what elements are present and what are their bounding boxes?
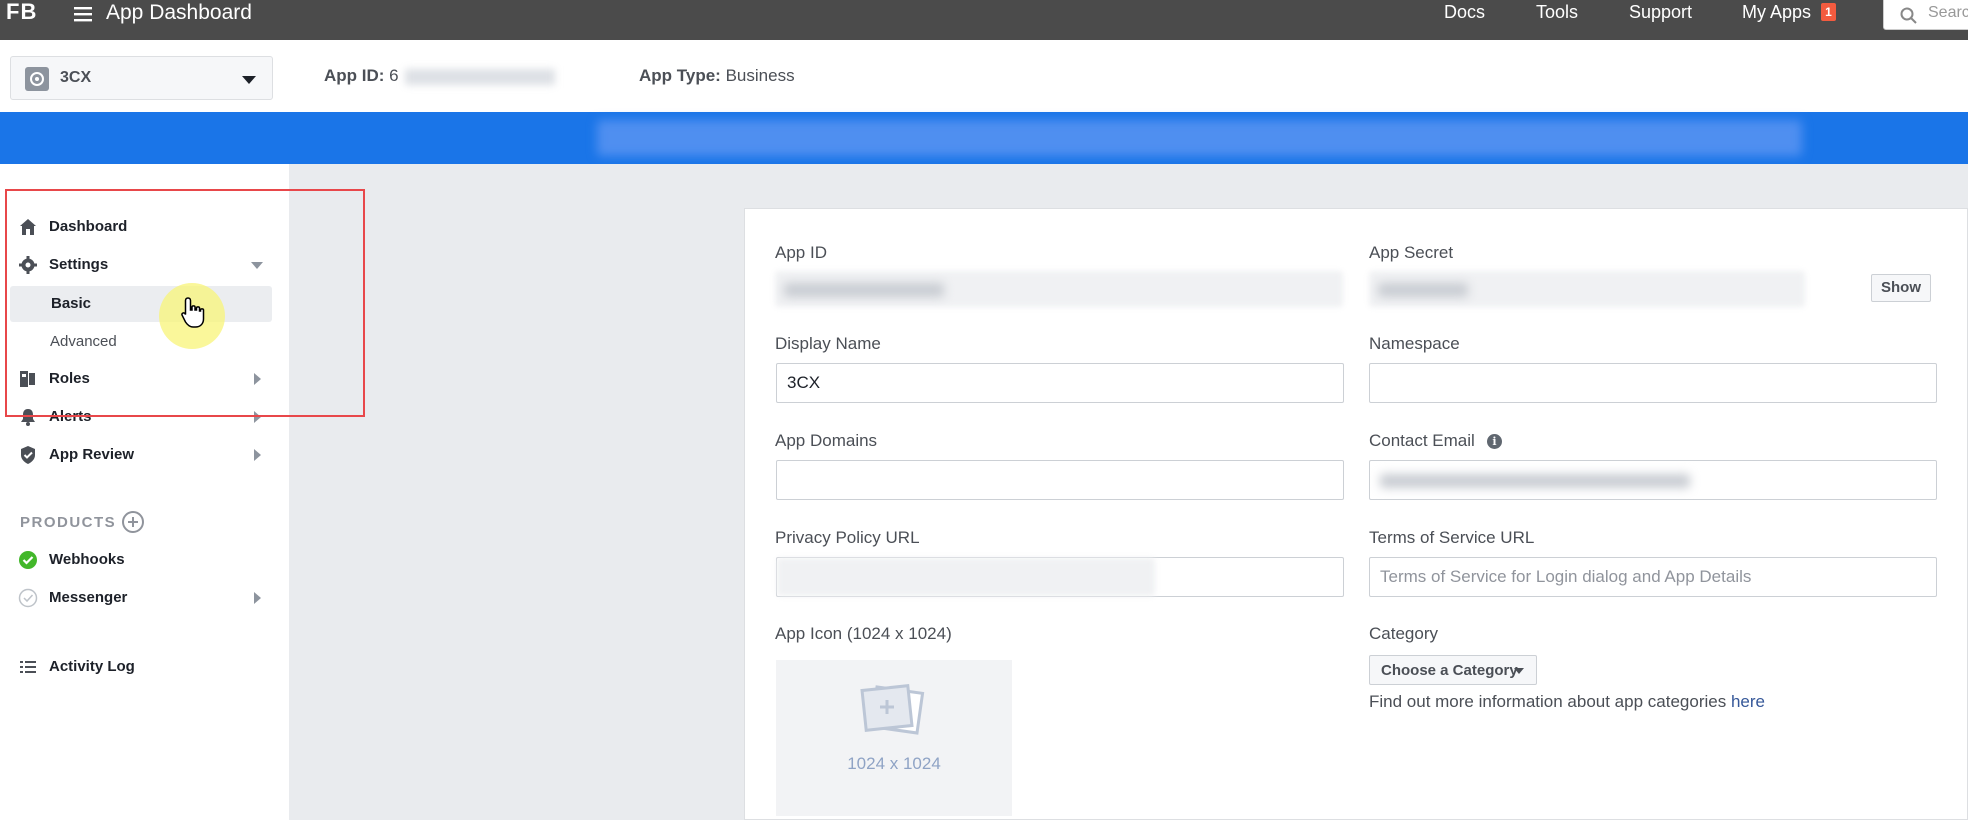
nav-docs-link[interactable]: Docs (1444, 0, 1485, 24)
app-icon-upload[interactable]: 1024 x 1024 (776, 660, 1012, 816)
namespace-label: Namespace (1369, 334, 1460, 353)
category-info-text: Find out more information about app cate… (1369, 692, 1765, 712)
category-label: Category (1369, 624, 1438, 643)
app-domains-input[interactable] (776, 460, 1344, 500)
add-image-icon (860, 684, 925, 735)
add-product-icon[interactable] (122, 511, 144, 533)
sidebar-item-label: Alerts (49, 408, 92, 425)
sidebar-item-label: Advanced (50, 333, 117, 350)
app-id-value: 6 (389, 66, 399, 85)
nav-support-link[interactable]: Support (1629, 0, 1692, 24)
sidebar-item-label: App Review (49, 446, 135, 463)
sidebar-item-label: Roles (49, 370, 90, 387)
app-id-display: App ID: 6 (324, 66, 555, 86)
sidebar: Dashboard Settings Basic Advanced Roles … (0, 164, 289, 820)
my-apps-count-badge: 1 (1821, 3, 1836, 21)
category-info-link[interactable]: here (1731, 692, 1765, 711)
sidebar-item-messenger[interactable]: Messenger (0, 580, 289, 616)
shield-check-icon (21, 446, 35, 464)
redacted-email-text (1380, 474, 1690, 488)
roles-icon (20, 371, 35, 387)
app-selector-dropdown[interactable]: 3CX (10, 56, 273, 100)
category-info-label: Find out more information about app cate… (1369, 692, 1727, 711)
redacted-app-secret-text (1378, 283, 1468, 297)
search-icon (1900, 7, 1917, 24)
sidebar-item-activity-log[interactable]: Activity Log (0, 649, 289, 685)
sidebar-item-basic[interactable]: Basic (10, 286, 272, 322)
chevron-down-icon (1514, 668, 1524, 674)
sidebar-item-dashboard[interactable]: Dashboard (0, 209, 289, 245)
chevron-right-icon (254, 449, 261, 461)
namespace-input[interactable] (1369, 363, 1937, 403)
app-gear-icon (25, 67, 49, 91)
sidebar-item-label: Messenger (49, 589, 128, 606)
sidebar-item-webhooks[interactable]: Webhooks (0, 542, 289, 578)
tos-url-input[interactable]: Terms of Service for Login dialog and Ap… (1369, 557, 1937, 597)
notification-banner (0, 112, 1968, 164)
app-type-display: App Type: Business (639, 66, 795, 86)
sidebar-item-label: Webhooks (49, 551, 125, 568)
chevron-right-icon (254, 373, 261, 385)
info-icon[interactable]: i (1487, 434, 1502, 449)
sidebar-item-label: Activity Log (49, 658, 135, 675)
nav-my-apps-link[interactable]: My Apps (1742, 0, 1811, 24)
sidebar-item-label: Settings (49, 256, 109, 273)
sidebar-item-roles[interactable]: Roles (0, 361, 289, 397)
sidebar-item-label: Dashboard (49, 218, 128, 235)
show-secret-button[interactable]: Show (1871, 274, 1931, 302)
privacy-policy-label: Privacy Policy URL (775, 528, 920, 547)
choose-category-dropdown[interactable]: Choose a Category (1369, 655, 1537, 685)
redacted-privacy-url (777, 558, 1155, 596)
selected-app-name: 3CX (60, 69, 92, 86)
display-name-input[interactable]: 3CX (776, 363, 1344, 403)
top-navigation-bar: FB App Dashboard Docs Tools Support My A… (0, 0, 1968, 40)
sidebar-item-alerts[interactable]: Alerts (0, 399, 289, 435)
hamburger-menu-icon[interactable] (74, 6, 92, 22)
chevron-down-icon (251, 262, 263, 269)
icon-size-text: 1024 x 1024 (847, 754, 941, 773)
chevron-down-icon (242, 76, 256, 84)
bell-icon (21, 409, 35, 426)
redacted-app-id-text (784, 283, 944, 297)
search-input[interactable]: Search (1883, 0, 1968, 30)
app-secret-field-label: App Secret (1369, 243, 1454, 262)
sidebar-item-label: Basic (51, 295, 92, 312)
app-dashboard-title: App Dashboard (106, 1, 252, 24)
nav-tools-link[interactable]: Tools (1536, 0, 1578, 24)
check-circle-icon (19, 551, 37, 569)
check-circle-outline-icon (18, 588, 38, 608)
display-name-label: Display Name (775, 334, 881, 353)
gear-icon (19, 256, 37, 274)
list-icon (20, 661, 36, 673)
app-type-label: App Type: (639, 66, 721, 85)
chevron-right-icon (254, 592, 261, 604)
tos-url-label: Terms of Service URL (1369, 528, 1535, 547)
chevron-right-icon (254, 411, 261, 423)
products-section-title: PRODUCTS (20, 514, 117, 531)
home-icon (20, 219, 36, 235)
redacted-banner-message (597, 120, 1802, 156)
category-button-label: Choose a Category (1381, 662, 1518, 679)
app-id-label: App ID: (324, 66, 385, 85)
search-placeholder: Search (1928, 4, 1968, 21)
fb-logo[interactable]: FB (6, 0, 37, 24)
contact-email-label: Contact Email (1369, 431, 1475, 450)
sidebar-item-settings[interactable]: Settings (0, 247, 289, 283)
app-type-value: Business (725, 66, 795, 85)
sidebar-item-app-review[interactable]: App Review (0, 437, 289, 473)
app-id-field-label: App ID (775, 243, 827, 262)
app-icon-label: App Icon (1024 x 1024) (775, 624, 952, 643)
hand-pointer-icon (181, 297, 205, 328)
redacted-app-id (404, 68, 555, 85)
sidebar-item-advanced[interactable]: Advanced (10, 324, 272, 360)
app-domains-label: App Domains (775, 431, 878, 450)
